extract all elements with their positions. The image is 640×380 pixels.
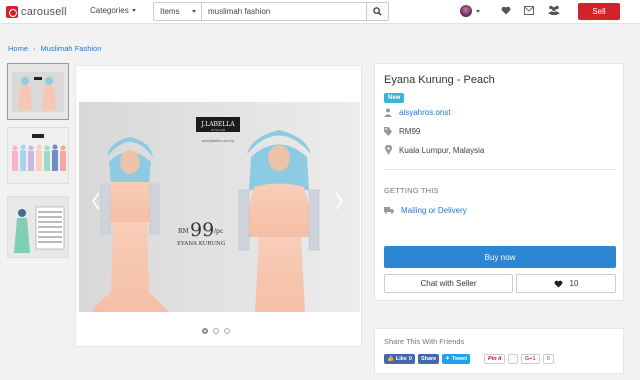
- user-icon: [384, 107, 392, 117]
- groups-icon[interactable]: [548, 5, 560, 15]
- brand-site: www.jlabella.com.my: [202, 139, 235, 143]
- getting-this-heading: GETTING THIS: [384, 186, 439, 195]
- listing-info-panel: Eyana Kurung - Peach New aisyahros.onst …: [374, 63, 624, 301]
- logo-mark-icon: [6, 6, 18, 18]
- sell-button[interactable]: Sell: [578, 3, 620, 20]
- thumbnail-image: [8, 197, 68, 257]
- profile-menu[interactable]: [460, 4, 490, 18]
- delivery-row: Mailing or Delivery: [384, 205, 467, 215]
- caret-down-icon: [192, 10, 196, 13]
- caret-down-icon: [131, 9, 136, 12]
- buy-now-button[interactable]: Buy now: [384, 246, 616, 268]
- breadcrumb: Home › Muslimah Fashion: [8, 44, 101, 53]
- google-plus-count: 0: [542, 354, 554, 364]
- location-pin-icon: [384, 145, 392, 155]
- like-button[interactable]: 10: [516, 274, 616, 293]
- search-input[interactable]: [202, 3, 366, 20]
- carousell-logo[interactable]: carousell: [6, 4, 67, 20]
- facebook-like-count: 0: [408, 356, 412, 362]
- like-count: 10: [569, 279, 579, 288]
- carousel-dot-1[interactable]: [202, 328, 208, 334]
- main-product-image[interactable]: J.LABELLA STYLE LAB www.jlabella.com.my …: [79, 102, 360, 312]
- facebook-share-button[interactable]: Share: [417, 354, 440, 364]
- caret-down-icon: [476, 9, 480, 13]
- share-heading: Share This With Friends: [384, 337, 465, 346]
- carousel-dot-3[interactable]: [224, 328, 230, 334]
- thumbnail-image: [8, 128, 68, 183]
- facebook-like-label: Like: [395, 356, 407, 362]
- search-type-label: Items: [160, 7, 180, 16]
- breadcrumb-home[interactable]: Home: [8, 44, 28, 53]
- seller-row: aisyahros.onst: [384, 107, 451, 117]
- brand-sub: STYLE LAB: [211, 128, 225, 132]
- search-icon: [373, 7, 382, 16]
- price-value: 99: [190, 219, 214, 241]
- search-button[interactable]: [366, 3, 388, 20]
- thumbnail-1[interactable]: [7, 63, 69, 120]
- tweet-label: Tweet: [451, 356, 468, 362]
- chevron-right-icon: [335, 192, 343, 210]
- search-bar: Items: [153, 2, 389, 21]
- location-row: Kuala Lumpur, Malaysia: [384, 145, 484, 155]
- chevron-left-icon: [92, 192, 100, 210]
- categories-label: Categories: [90, 6, 129, 15]
- truck-icon: [384, 205, 394, 215]
- price-unit: /pc: [214, 228, 224, 235]
- heart-icon: [554, 280, 562, 288]
- brand-box: J.LABELLA STYLE LAB www.jlabella.com.my: [196, 117, 240, 143]
- price-row: RM99: [384, 126, 420, 136]
- pinterest-button[interactable]: Pin it: [484, 354, 506, 364]
- logo-text: carousell: [21, 6, 67, 18]
- prev-image-button[interactable]: [89, 190, 103, 212]
- twitter-bird-icon: ✦: [445, 356, 450, 362]
- breadcrumb-category[interactable]: Muslimah Fashion: [41, 44, 102, 53]
- price-text: RM99: [399, 126, 421, 136]
- tweet-button[interactable]: ✦ Tweet: [442, 354, 471, 364]
- brand-label: J.LABELLA: [200, 121, 235, 128]
- image-viewer: J.LABELLA STYLE LAB www.jlabella.com.my …: [75, 65, 362, 347]
- price-tag-icon: [384, 126, 392, 136]
- categories-dropdown[interactable]: Categories: [90, 6, 136, 15]
- carousel-dots: [202, 328, 230, 334]
- mail-icon[interactable]: [524, 6, 534, 15]
- carousel-dot-2[interactable]: [213, 328, 219, 334]
- divider: [384, 169, 616, 170]
- facebook-like-button[interactable]: 👍 Like 0: [384, 354, 415, 364]
- thumbnail-image: [8, 64, 68, 119]
- heart-icon[interactable]: [501, 6, 511, 15]
- share-buttons: 👍 Like 0 Share ✦ Tweet Pin it G+1 0: [384, 354, 554, 364]
- thumbnail-3[interactable]: [7, 196, 69, 258]
- product-photo: J.LABELLA STYLE LAB www.jlabella.com.my …: [79, 102, 360, 312]
- listing-title: Eyana Kurung - Peach: [384, 74, 495, 86]
- delivery-link[interactable]: Mailing or Delivery: [401, 206, 467, 215]
- thumbnail-2[interactable]: [7, 127, 69, 184]
- chevron-right-icon: ›: [33, 44, 36, 53]
- pinterest-count: [508, 354, 519, 364]
- price-prefix: RM: [178, 228, 189, 235]
- next-image-button[interactable]: [332, 190, 346, 212]
- search-type-select[interactable]: Items: [154, 3, 202, 20]
- google-plus-button[interactable]: G+1: [521, 354, 540, 364]
- seller-link[interactable]: aisyahros.onst: [399, 108, 451, 117]
- price-product-name: EYANA KURUNG: [177, 241, 225, 247]
- avatar: [460, 5, 472, 17]
- location-text: Kuala Lumpur, Malaysia: [399, 145, 485, 155]
- share-panel: Share This With Friends 👍 Like 0 Share ✦…: [374, 328, 624, 374]
- top-navbar: carousell Categories Items muslimah fash…: [0, 0, 640, 24]
- chat-with-seller-button[interactable]: Chat with Seller: [384, 274, 513, 293]
- thumbs-up-icon: 👍: [387, 356, 394, 362]
- condition-badge: New: [384, 93, 405, 103]
